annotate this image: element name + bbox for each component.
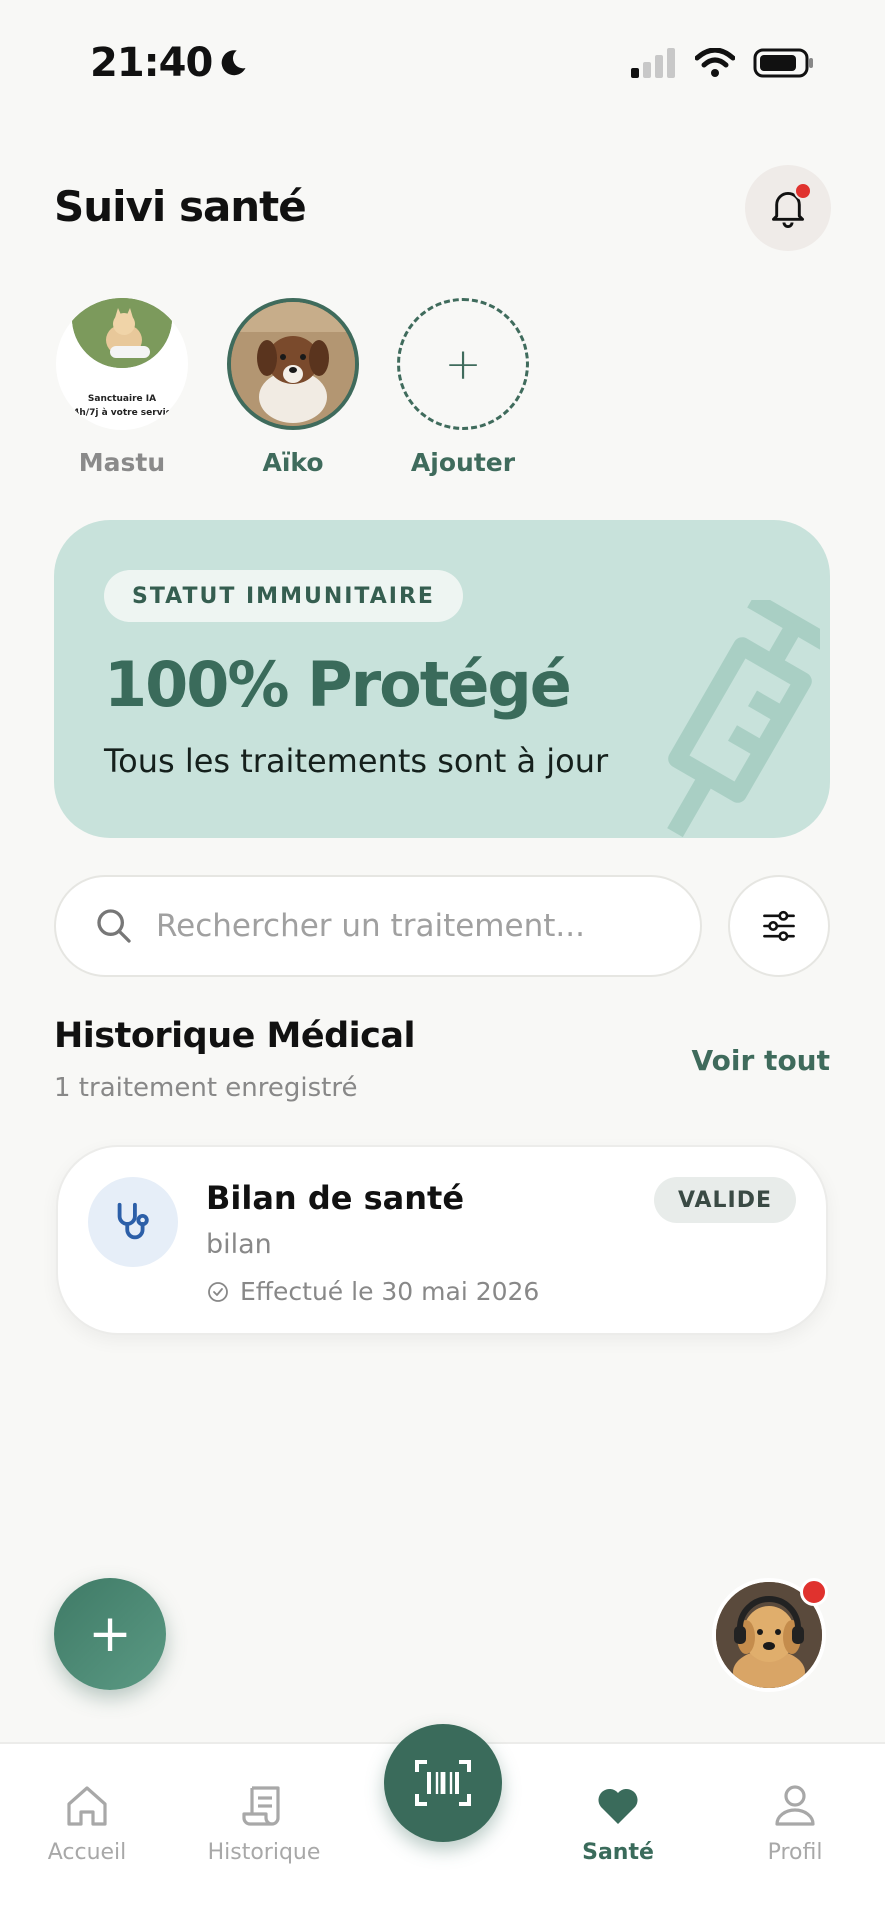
search-bar[interactable] xyxy=(54,875,702,977)
status-icons xyxy=(631,48,815,78)
syringe-icon xyxy=(667,600,820,838)
nav-profil[interactable]: Profil xyxy=(720,1782,870,1865)
stethoscope-icon xyxy=(117,1202,149,1240)
thumb-line2: 24h/7j à votre service xyxy=(66,408,178,418)
scan-button[interactable] xyxy=(384,1724,502,1842)
status-badge: VALIDE xyxy=(653,1177,796,1223)
pet-mastu[interactable]: Sanctuaire IA 24h/7j à votre service Mas… xyxy=(54,298,190,477)
record-title: Bilan de santé xyxy=(206,1179,465,1217)
heart-icon xyxy=(598,1788,638,1824)
thumb-line1: Sanctuaire IA xyxy=(87,394,157,404)
nav-label-accueil: Accueil xyxy=(47,1840,127,1865)
search-input[interactable] xyxy=(154,907,678,945)
plus-icon: + xyxy=(444,338,482,390)
pet-avatar-aiko xyxy=(227,298,359,430)
pet-aiko[interactable]: Aïko xyxy=(225,298,361,477)
add-pet-button[interactable]: + Ajouter xyxy=(395,298,531,477)
battery-icon xyxy=(753,48,813,78)
nav-label-profil: Profil xyxy=(767,1840,823,1865)
nav-label-sante: Santé xyxy=(582,1840,654,1865)
add-treatment-button[interactable]: + xyxy=(54,1578,166,1690)
mastu-thumbnail-text: Sanctuaire IA 24h/7j à votre service xyxy=(56,392,188,420)
search-icon xyxy=(97,909,131,943)
home-icon xyxy=(67,1786,107,1826)
assistant-notification-dot xyxy=(800,1578,828,1606)
status-time: 21:40 xyxy=(90,40,248,86)
nav-sante[interactable]: Santé xyxy=(543,1782,693,1865)
nav-accueil[interactable]: Accueil xyxy=(12,1782,162,1865)
immunity-badge: STATUT IMMUNITAIRE xyxy=(104,570,463,622)
scroll-icon xyxy=(242,1786,280,1826)
pet-name-mastu: Mastu xyxy=(78,448,166,477)
record-card[interactable]: Bilan de santé bilan Effectué le 30 mai … xyxy=(56,1145,828,1335)
add-pet-circle: + xyxy=(397,298,529,430)
signal-icon xyxy=(631,48,675,78)
sliders-icon xyxy=(763,910,795,942)
user-icon xyxy=(775,1785,815,1826)
record-icon-circle xyxy=(88,1177,178,1267)
nav-historique[interactable]: Historique xyxy=(189,1782,339,1865)
moon-icon xyxy=(221,50,246,76)
filter-button[interactable] xyxy=(728,875,830,977)
add-pet-label: Ajouter xyxy=(410,448,516,477)
notifications-button[interactable] xyxy=(745,165,831,251)
check-circle-icon xyxy=(208,1281,228,1302)
pet-avatar-mastu: Sanctuaire IA 24h/7j à votre service xyxy=(56,298,188,430)
plus-icon: + xyxy=(88,1604,132,1664)
immunity-subtitle: Tous les traitements sont à jour xyxy=(104,742,609,780)
record-type: bilan xyxy=(206,1229,272,1260)
cat-photo xyxy=(72,298,172,368)
dog-photo xyxy=(231,302,355,426)
record-date-text: Effectué le 30 mai 2026 xyxy=(240,1277,540,1306)
barcode-scan-icon xyxy=(415,1760,471,1806)
see-all-link[interactable]: Voir tout xyxy=(692,1044,830,1077)
time-text: 21:40 xyxy=(90,40,213,86)
immunity-title: 100% Protégé xyxy=(104,648,572,721)
wifi-icon xyxy=(695,48,735,77)
history-title: Historique Médical xyxy=(54,1016,416,1056)
history-count: 1 traitement enregistré xyxy=(54,1073,358,1103)
nav-label-historique: Historique xyxy=(207,1840,321,1865)
notification-dot xyxy=(794,182,812,200)
page-title: Suivi santé xyxy=(54,182,307,231)
record-date: Effectué le 30 mai 2026 xyxy=(206,1277,539,1306)
pet-name-aiko: Aïko xyxy=(262,448,324,477)
immunity-status-card[interactable]: STATUT IMMUNITAIRE 100% Protégé Tous les… xyxy=(54,520,830,838)
